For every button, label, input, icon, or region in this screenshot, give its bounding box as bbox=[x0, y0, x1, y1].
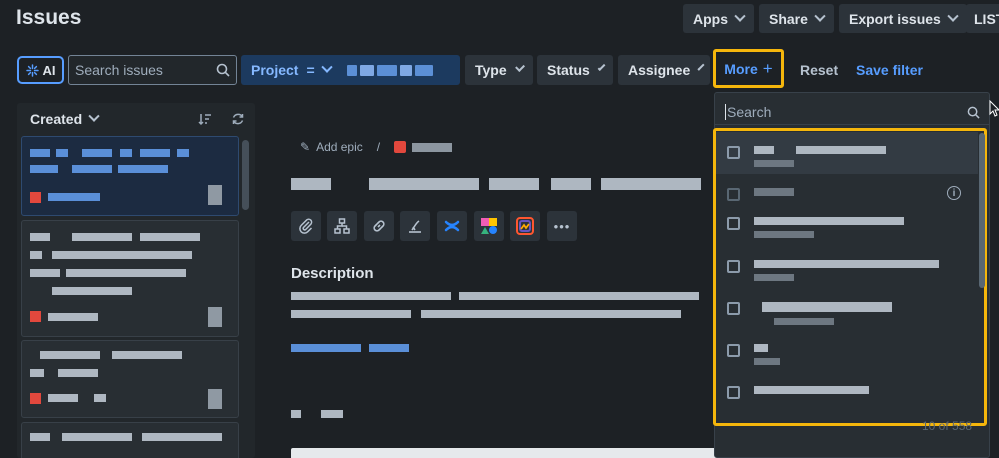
reset-button[interactable]: Reset bbox=[800, 62, 838, 78]
confluence-icon bbox=[444, 220, 460, 232]
sort-order-icon[interactable] bbox=[198, 112, 212, 126]
page-title: Issues bbox=[16, 6, 82, 29]
export-issues-button[interactable]: Export issues bbox=[839, 4, 967, 33]
more-actions-button[interactable]: ••• bbox=[547, 211, 577, 241]
issue-type-icon bbox=[30, 192, 41, 203]
cursor-icon bbox=[989, 100, 999, 117]
assignee-label: Assignee bbox=[628, 62, 691, 78]
dropdown-search-input[interactable]: Search bbox=[725, 101, 980, 123]
type-label: Type bbox=[475, 62, 507, 78]
search-icon bbox=[967, 106, 980, 119]
paperclip-icon bbox=[299, 218, 313, 234]
epic-breadcrumb: ✎ Add epic / bbox=[300, 140, 453, 154]
bug-issue-icon bbox=[394, 141, 407, 153]
list-view-button[interactable]: LIST bbox=[966, 4, 999, 33]
breadcrumb-separator: / bbox=[376, 140, 381, 154]
ai-label: AI bbox=[42, 62, 56, 78]
chevron-down-icon bbox=[597, 63, 606, 72]
search-icon bbox=[216, 63, 230, 77]
project-label: Project bbox=[251, 62, 299, 78]
status-label: Status bbox=[547, 62, 590, 78]
save-filter-button[interactable]: Save filter bbox=[856, 62, 923, 78]
issue-key-redacted bbox=[412, 142, 453, 152]
sparkle-icon bbox=[25, 63, 39, 77]
merge-icon bbox=[409, 220, 421, 233]
chevron-down-icon bbox=[814, 10, 826, 22]
hierarchy-icon bbox=[334, 218, 350, 234]
sort-created-button[interactable]: Created bbox=[30, 110, 100, 127]
search-issues-input[interactable]: Search issues bbox=[68, 55, 237, 85]
apps-button[interactable]: Apps bbox=[683, 4, 754, 33]
refresh-icon[interactable] bbox=[231, 112, 245, 126]
dropdown-divider bbox=[714, 124, 990, 125]
attachment-button[interactable] bbox=[291, 211, 321, 241]
list-item[interactable] bbox=[21, 340, 239, 418]
share-button[interactable]: Share bbox=[759, 4, 834, 33]
sort-label: Created bbox=[30, 111, 83, 127]
shapes-app-icon bbox=[481, 218, 497, 234]
more-label: More bbox=[724, 60, 758, 77]
list-item[interactable] bbox=[21, 220, 239, 337]
export-label: Export issues bbox=[849, 10, 941, 27]
child-issue-button[interactable] bbox=[327, 211, 357, 241]
status-filter-button[interactable]: Status bbox=[537, 55, 613, 85]
issue-type-icon bbox=[30, 393, 41, 404]
gallery-app-icon bbox=[516, 217, 534, 235]
list-item[interactable] bbox=[21, 422, 239, 458]
project-value-redacted bbox=[346, 64, 433, 76]
chevron-down-icon bbox=[514, 62, 525, 73]
pencil-icon: ✎ bbox=[300, 140, 311, 154]
branch-button[interactable] bbox=[400, 211, 430, 241]
chevron-down-icon bbox=[88, 110, 100, 122]
plus-icon: + bbox=[762, 58, 773, 78]
filter-options-highlight bbox=[713, 128, 987, 426]
apps-label: Apps bbox=[693, 10, 728, 27]
chevron-down-icon bbox=[697, 63, 705, 71]
chevron-down-icon bbox=[947, 10, 959, 22]
add-epic-link[interactable]: Add epic bbox=[316, 140, 363, 154]
list-scrollbar[interactable] bbox=[242, 140, 249, 210]
description-heading: Description bbox=[291, 265, 374, 282]
link-icon bbox=[373, 220, 385, 232]
more-filters-button[interactable]: More + bbox=[713, 49, 784, 88]
issue-type-icon bbox=[30, 311, 41, 322]
chevron-down-icon bbox=[320, 61, 333, 73]
more-icon: ••• bbox=[553, 218, 571, 234]
confluence-button[interactable] bbox=[437, 211, 467, 241]
list-label: LIST bbox=[974, 10, 999, 27]
list-item[interactable] bbox=[21, 136, 239, 216]
chevron-down-icon bbox=[734, 10, 746, 22]
app-shapes-button[interactable] bbox=[474, 211, 504, 241]
project-filter[interactable]: Project = bbox=[241, 55, 460, 85]
link-issue-button[interactable] bbox=[364, 211, 394, 241]
dropdown-scrollbar[interactable] bbox=[979, 133, 985, 288]
ai-button[interactable]: AI bbox=[17, 56, 64, 84]
type-filter-button[interactable]: Type bbox=[465, 55, 533, 85]
search-placeholder: Search issues bbox=[75, 62, 163, 78]
app-gallery-button[interactable] bbox=[510, 211, 540, 241]
assignee-filter-button[interactable]: Assignee bbox=[618, 55, 710, 85]
project-operator: = bbox=[306, 62, 315, 78]
dropdown-search-placeholder: Search bbox=[725, 104, 772, 120]
share-label: Share bbox=[769, 10, 808, 27]
result-count: 10 of 558 bbox=[922, 419, 973, 433]
